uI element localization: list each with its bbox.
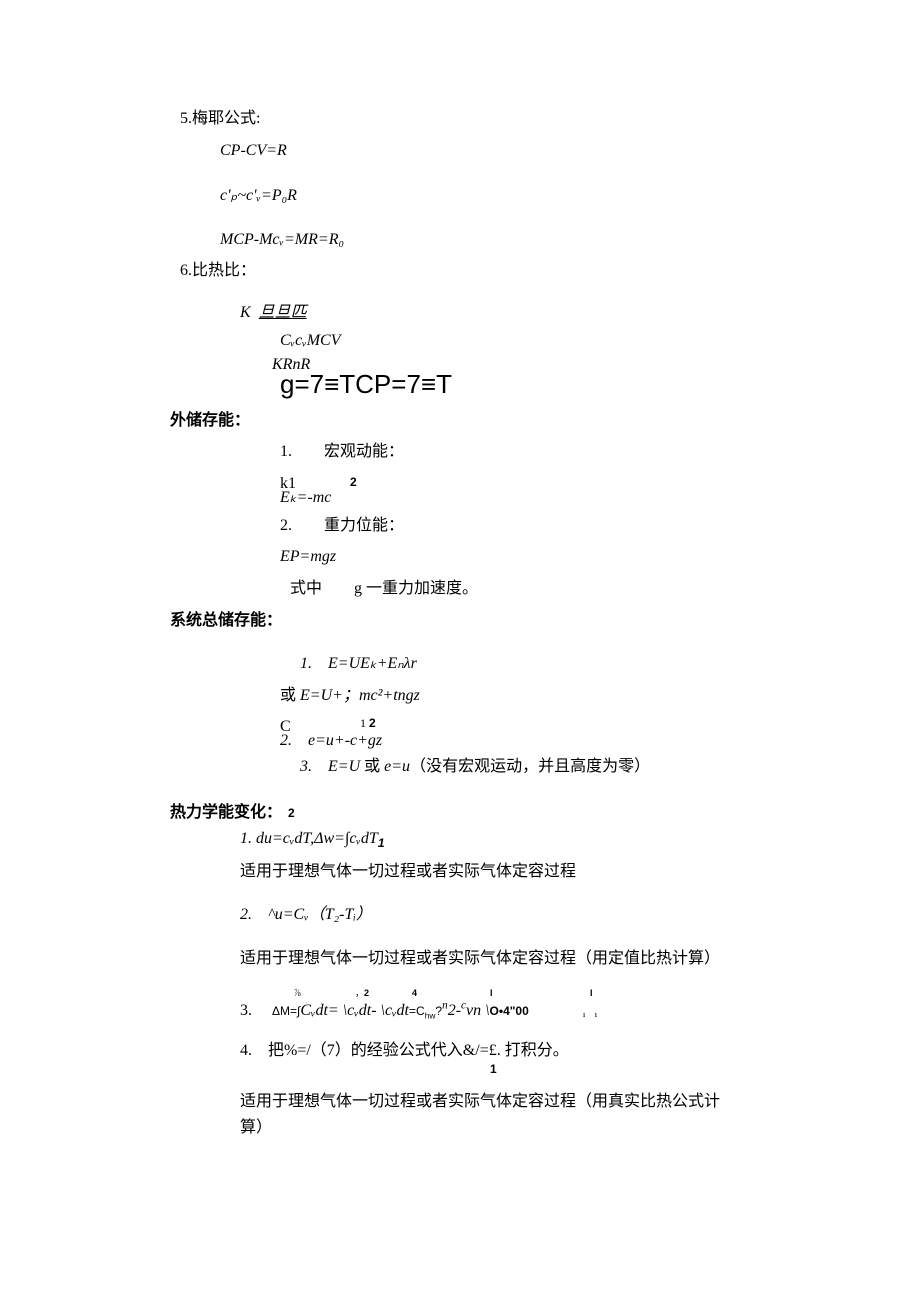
macro-kinetic-label: 1. 宏观动能： xyxy=(280,439,740,465)
eq-cp-cv-r: CP-CV=R xyxy=(220,138,740,164)
section-6-title: 6.比热比： xyxy=(180,258,740,284)
ek-eq: Eₖ=-mc xyxy=(280,485,331,511)
total-eq2: 2. e=u+-c+gz xyxy=(280,728,382,754)
big-equation: g=7≡TCP=7≡T xyxy=(280,364,452,406)
section-5-title: 5.梅耶公式: xyxy=(180,106,740,132)
total-eq1: 1. E=UEₖ+Eₙλr xyxy=(300,651,740,677)
i3-pre: 3. xyxy=(240,1002,268,1019)
eq-cp-cv-p0r: c'ₚ~c'ᵥ=P₀R xyxy=(220,183,740,209)
ext-energy-header: 外储存能： xyxy=(170,408,740,434)
ep-eq: EP=mgz xyxy=(280,544,740,570)
thermo-eq1: 1. du=cᵥdT,Δw=∫cᵥdT xyxy=(240,830,378,847)
thermo-one-a: 1 xyxy=(378,836,385,850)
thermo-two: 2 xyxy=(288,806,295,820)
two-sup: 2 xyxy=(350,473,357,492)
k-letter: K xyxy=(240,304,251,321)
thermo-note1: 适用于理想气体一切过程或者实际气体定容过程 xyxy=(240,859,740,885)
denom-cvcvmcv: CᵥcᵥMCV xyxy=(280,328,740,354)
one-under: 1 xyxy=(490,1060,497,1079)
thermo-note3: 适用于理想气体一切过程或者实际气体定容过程（用真实比热公式计算） xyxy=(240,1089,740,1140)
thermo-eq2: 2. ^u=Cᵥ（T₂-Tᵢ） xyxy=(240,902,740,928)
g-note: 式中 g 一重力加速度。 xyxy=(290,576,740,602)
thermo-header: 热力学能变化： xyxy=(170,804,282,821)
total-energy-header: 系统总储存能： xyxy=(170,608,740,634)
eq-mcp-mcv: MCP-Mcᵥ=MR=R₀ xyxy=(220,227,740,253)
thermo-note2: 适用于理想气体一切过程或者实际气体定容过程（用定值比热计算） xyxy=(240,946,740,972)
ddp-text: 旦旦匹 xyxy=(259,304,307,321)
gravity-pe-label: 2. 重力位能： xyxy=(280,513,740,539)
